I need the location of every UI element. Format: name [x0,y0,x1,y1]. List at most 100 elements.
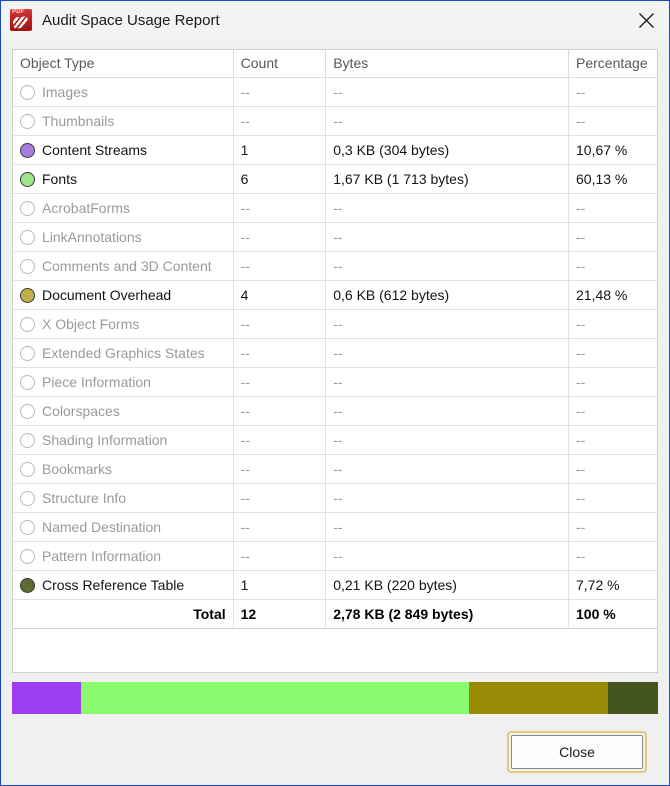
cell-count: -- [233,77,327,107]
object-type-label: Colorspaces [42,403,120,419]
object-type-cell-content: Comments and 3D Content [20,257,226,275]
total-count: 12 [233,599,327,629]
object-type-label: Content Streams [42,142,148,158]
table-row[interactable]: LinkAnnotations -- -- -- [13,222,657,252]
column-header-bytes[interactable]: Bytes [325,50,569,78]
cell-object-type: Named Destination [13,512,234,542]
total-percentage: 100 % [568,599,657,629]
cell-bytes: -- [325,193,569,223]
table-row[interactable]: Fonts 6 1,67 KB (1 713 bytes) 60,13 % [13,164,657,194]
close-icon [638,12,654,28]
color-swatch-icon [20,374,35,390]
table-row[interactable]: Shading Information -- -- -- [13,425,657,455]
column-header-percentage[interactable]: Percentage [568,50,657,78]
cell-percentage: 21,48 % [568,280,657,310]
color-swatch-icon [20,316,35,332]
table-row[interactable]: Structure Info -- -- -- [13,483,657,513]
cell-count: 6 [233,164,327,194]
table-row[interactable]: Document Overhead 4 0,6 KB (612 bytes) 21,4… [13,280,657,310]
cell-bytes: -- [325,512,569,542]
cell-percentage: -- [568,396,657,426]
table-row[interactable]: X Object Forms -- -- -- [13,309,657,339]
table-row[interactable]: Cross Reference Table 1 0,21 KB (220 bytes… [13,570,657,600]
audit-table-panel: Object Type Count Bytes Percentage Image… [12,49,658,673]
object-type-label: X Object Forms [42,316,140,332]
audit-table-body: Images -- -- -- Thumbnails -- -- -- Content Stre… [13,77,657,629]
table-row[interactable]: Extended Graphics States -- -- -- [13,338,657,368]
object-type-label: AcrobatForms [42,200,130,216]
cell-percentage: 60,13 % [568,164,657,194]
column-header-object-type[interactable]: Object Type [13,50,234,78]
cell-percentage: -- [568,541,657,571]
object-type-label: Shading Information [42,432,168,448]
table-row[interactable]: Colorspaces -- -- -- [13,396,657,426]
object-type-cell-content: Named Destination [20,518,226,536]
cell-count: 4 [233,280,327,310]
color-swatch-icon [20,461,35,477]
cell-bytes: 0,6 KB (612 bytes) [325,280,569,310]
cell-bytes: -- [325,77,569,107]
object-type-cell-content: Pattern Information [20,547,226,565]
object-type-cell-content: Content Streams [20,141,226,159]
usage-bar-segment [469,682,609,714]
cell-percentage: -- [568,338,657,368]
object-type-label: Document Overhead [42,287,172,303]
total-bytes: 2,78 KB (2 849 bytes) [325,599,569,629]
cell-count: -- [233,425,327,455]
table-row[interactable]: Images -- -- -- [13,77,657,107]
usage-stacked-bar [12,682,658,714]
cell-count: -- [233,541,327,571]
window-close-button[interactable] [623,1,669,39]
cell-percentage: -- [568,309,657,339]
cell-object-type: Cross Reference Table [13,570,234,600]
usage-bar-segment [80,682,470,714]
cell-bytes: 1,67 KB (1 713 bytes) [325,164,569,194]
object-type-label: Thumbnails [42,113,115,129]
column-header-count[interactable]: Count [233,50,327,78]
cell-object-type: Thumbnails [13,106,234,136]
title-bar: PDF Audit Space Usage Report [1,1,669,39]
table-header-row: Object Type Count Bytes Percentage [13,50,657,78]
cell-bytes: -- [325,106,569,136]
object-type-label: Piece Information [42,374,151,390]
table-row[interactable]: Comments and 3D Content -- -- -- [13,251,657,281]
object-type-cell-content: Shading Information [20,431,226,449]
color-swatch-icon [20,490,35,506]
table-row[interactable]: Named Destination -- -- -- [13,512,657,542]
object-type-cell-content: LinkAnnotations [20,228,226,246]
object-type-cell-content: Extended Graphics States [20,344,226,362]
object-type-cell-content: Piece Information [20,373,226,391]
cell-percentage: -- [568,425,657,455]
close-button-focus-ring: Close [507,731,647,773]
color-swatch-icon [20,171,35,187]
table-row[interactable]: Pattern Information -- -- -- [13,541,657,571]
cell-object-type: Piece Information [13,367,234,397]
usage-bar-segment [12,682,81,714]
color-swatch-icon [20,345,35,361]
object-type-label: Structure Info [42,490,127,506]
color-swatch-icon [20,113,35,129]
object-type-label: Images [42,84,88,100]
cell-count: -- [233,396,327,426]
color-swatch-icon [20,200,35,216]
object-type-cell-content: Images [20,83,226,101]
close-button[interactable]: Close [511,735,643,769]
object-type-label: Named Destination [42,519,162,535]
table-row[interactable]: Content Streams 1 0,3 KB (304 bytes) 10,67 … [13,135,657,165]
object-type-label: Comments and 3D Content [42,258,212,274]
table-row[interactable]: Bookmarks -- -- -- [13,454,657,484]
total-label: Total [13,599,234,629]
table-row[interactable]: AcrobatForms -- -- -- [13,193,657,223]
object-type-label: LinkAnnotations [42,229,142,245]
cell-object-type: Colorspaces [13,396,234,426]
table-row[interactable]: Thumbnails -- -- -- [13,106,657,136]
cell-percentage: 10,67 % [568,135,657,165]
cell-percentage: -- [568,251,657,281]
cell-count: -- [233,512,327,542]
cell-percentage: -- [568,512,657,542]
cell-bytes: 0,21 KB (220 bytes) [325,570,569,600]
table-row[interactable]: Piece Information -- -- -- [13,367,657,397]
cell-bytes: -- [325,425,569,455]
cell-count: -- [233,367,327,397]
color-swatch-icon [20,403,35,419]
